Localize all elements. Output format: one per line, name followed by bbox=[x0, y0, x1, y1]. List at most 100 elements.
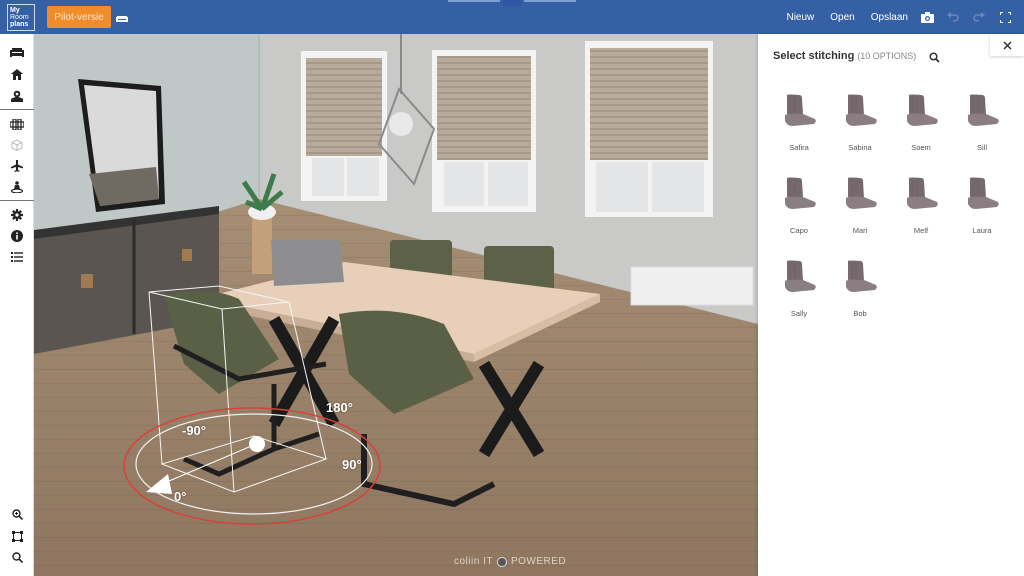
info-icon bbox=[11, 230, 23, 242]
location-icon bbox=[11, 90, 23, 102]
chair-seat-icon bbox=[968, 94, 999, 126]
chair-seat-icon bbox=[785, 94, 816, 126]
fit-view-button[interactable] bbox=[9, 528, 25, 544]
option-label: Melf bbox=[913, 226, 929, 235]
floorplan-icon bbox=[10, 118, 24, 130]
search-icon bbox=[929, 52, 940, 63]
zoom-out-button[interactable] bbox=[9, 549, 25, 565]
new-button[interactable]: Nieuw bbox=[786, 12, 814, 23]
sidebar-item-list[interactable] bbox=[9, 249, 25, 265]
zoom-in-icon bbox=[11, 508, 23, 520]
room-scene bbox=[34, 34, 758, 576]
sidebar-divider bbox=[0, 109, 34, 110]
sidebar-item-settings[interactable] bbox=[9, 207, 25, 223]
chair-seat-icon bbox=[907, 94, 938, 126]
option-label: Sill bbox=[976, 143, 987, 152]
undo-icon bbox=[947, 12, 959, 22]
save-button[interactable]: Opslaan bbox=[871, 12, 908, 23]
close-panel-button[interactable] bbox=[990, 34, 1024, 56]
powered-by-badge: coliin IT POWERED bbox=[454, 556, 566, 567]
left-toolbar bbox=[0, 34, 34, 576]
rotation-label-180: 180° bbox=[326, 400, 353, 415]
powered-text: POWERED bbox=[510, 556, 567, 567]
redo-button[interactable] bbox=[972, 10, 986, 24]
chair-seat-icon bbox=[846, 177, 877, 209]
sidebar-item-info[interactable] bbox=[9, 228, 25, 244]
sofa-icon bbox=[116, 16, 128, 22]
stitching-option[interactable]: Soem bbox=[890, 89, 952, 171]
stitching-option[interactable]: Melf bbox=[890, 172, 952, 254]
option-label: Mari bbox=[852, 226, 868, 235]
stitching-option[interactable]: Sally bbox=[768, 255, 830, 337]
rotation-label-0: 0° bbox=[174, 489, 187, 504]
option-label: Safira bbox=[789, 143, 809, 152]
zoom-out-icon bbox=[11, 551, 23, 563]
chair-seat-icon bbox=[968, 177, 999, 209]
option-label: Capo bbox=[790, 226, 808, 235]
stitching-option[interactable]: Mari bbox=[829, 172, 891, 254]
3d-viewport[interactable]: -90° 180° 90° 0° coliin IT POWERED bbox=[34, 34, 758, 576]
panel-title-text: Select stitching bbox=[773, 50, 855, 62]
sidebar-item-location[interactable] bbox=[9, 88, 25, 104]
option-label: Sally bbox=[790, 309, 808, 318]
top-bar: My Room plans Pilot-versie Nieuw Open Op… bbox=[0, 0, 1024, 34]
rotation-label-neg90: -90° bbox=[182, 423, 206, 438]
chair-seat-icon bbox=[846, 94, 877, 126]
window-3 bbox=[585, 41, 713, 217]
logo-line: My bbox=[10, 7, 20, 14]
top-tab-indicator bbox=[448, 0, 500, 2]
zoom-in-button[interactable] bbox=[9, 506, 25, 522]
chair-seat-icon bbox=[846, 260, 877, 292]
sidebar-item-home[interactable] bbox=[9, 66, 25, 82]
window-1 bbox=[301, 51, 387, 201]
sidebar-item-furniture[interactable] bbox=[9, 44, 25, 60]
undo-button[interactable] bbox=[946, 10, 960, 24]
option-count: (10 OPTIONS) bbox=[857, 51, 917, 61]
logo-line: Room bbox=[10, 14, 29, 21]
list-icon bbox=[11, 252, 23, 262]
option-label: Sabina bbox=[848, 143, 872, 152]
rotation-center-handle bbox=[249, 436, 265, 452]
home-icon bbox=[11, 68, 23, 80]
stitching-option[interactable]: Capo bbox=[768, 172, 830, 254]
camera-icon bbox=[920, 11, 934, 23]
panel-title: Select stitching (10 OPTIONS) bbox=[773, 50, 916, 62]
laptop bbox=[271, 240, 344, 286]
close-icon bbox=[1002, 40, 1012, 50]
sidebar-divider bbox=[0, 200, 34, 201]
screenshot-button[interactable] bbox=[920, 10, 934, 24]
stitching-option[interactable]: Laura bbox=[951, 172, 1013, 254]
sidebar-item-walk[interactable] bbox=[9, 179, 25, 195]
stitching-option[interactable]: Sill bbox=[951, 89, 1013, 171]
option-label: Soem bbox=[911, 143, 931, 152]
airplane-icon bbox=[11, 160, 23, 172]
furniture-button[interactable] bbox=[115, 11, 129, 23]
radiator bbox=[630, 266, 754, 306]
pilot-version-button[interactable]: Pilot-versie bbox=[47, 6, 111, 28]
redo-icon bbox=[973, 12, 985, 22]
stitching-option[interactable]: Safira bbox=[768, 89, 830, 171]
sofa-icon bbox=[10, 47, 24, 57]
option-label: Bob bbox=[853, 309, 867, 318]
person-icon bbox=[11, 181, 23, 193]
app-logo[interactable]: My Room plans bbox=[7, 4, 35, 31]
fit-view-icon bbox=[11, 530, 23, 542]
sidebar-item-3d-view[interactable] bbox=[9, 137, 25, 153]
stitching-panel: Select stitching (10 OPTIONS) Safira Sabin… bbox=[758, 34, 1024, 576]
top-tab-handle[interactable] bbox=[503, 0, 522, 6]
chair-seat-icon bbox=[785, 177, 816, 209]
open-button[interactable]: Open bbox=[830, 12, 854, 23]
stitching-option[interactable]: Sabina bbox=[829, 89, 891, 171]
search-options-button[interactable] bbox=[929, 50, 941, 63]
sidebar-item-floorplan[interactable] bbox=[9, 116, 25, 132]
option-label: Laura bbox=[972, 226, 992, 235]
sidebar-item-flight[interactable] bbox=[9, 158, 25, 174]
top-actions: Nieuw Open Opslaan bbox=[770, 0, 1012, 34]
brand-dot-icon bbox=[496, 556, 507, 567]
logo-line: plans bbox=[10, 21, 29, 28]
chair-seat-icon bbox=[785, 260, 816, 292]
stitching-option[interactable]: Bob bbox=[829, 255, 891, 337]
fullscreen-button[interactable] bbox=[998, 10, 1012, 24]
cube-icon bbox=[11, 139, 23, 151]
fullscreen-icon bbox=[999, 11, 1011, 23]
